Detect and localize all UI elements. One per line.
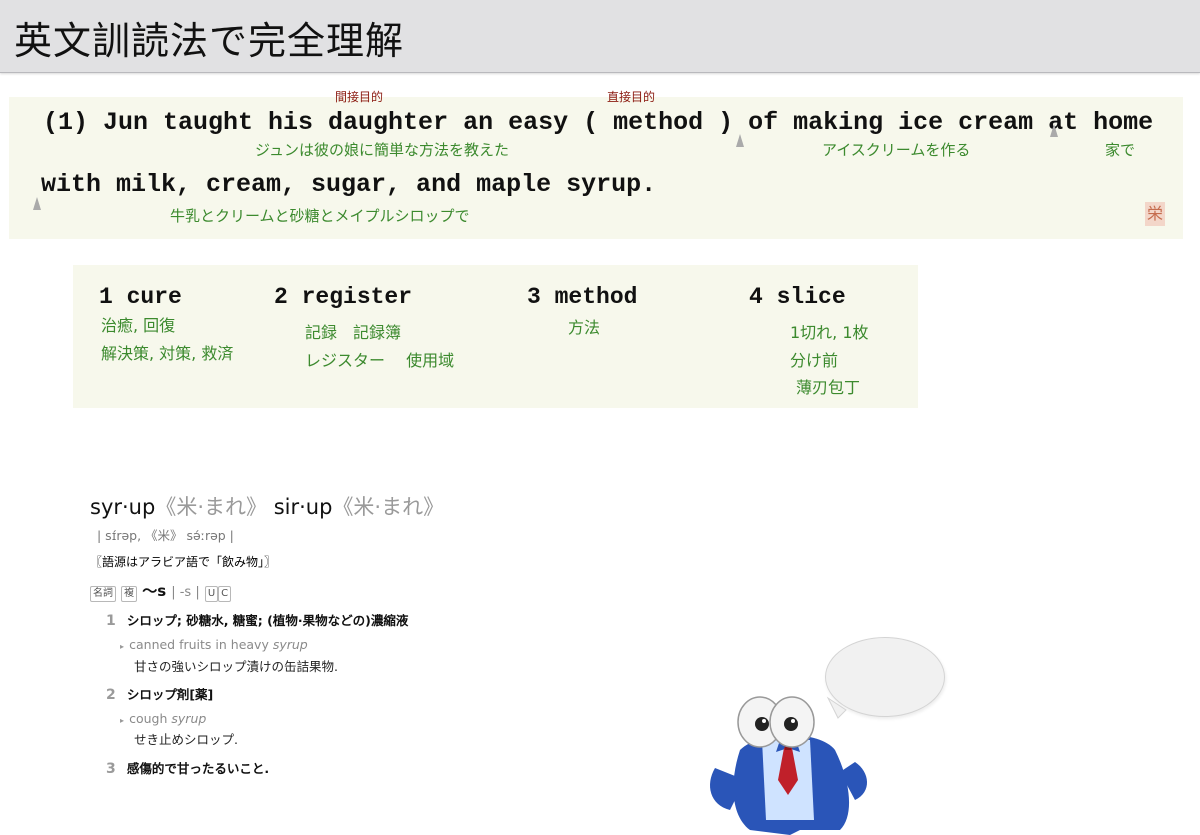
pronunciation: | sɪ́rəp, 《米》 sə́ːrəp | (97, 528, 234, 543)
sense-number: 2 (106, 687, 116, 703)
uncountable-badge: U (204, 586, 219, 602)
choice-1-meaning: 解決策, 対策, 救済 (101, 344, 234, 363)
sense-1-example: ▸ canned fruits in heavy syrup (120, 634, 308, 653)
plural-badge: 複 (121, 586, 138, 602)
sentence-line-2: with milk, cream, sugar, and maple syrup… (41, 170, 657, 199)
sense-text: 感傷的で甘ったるいこと. (126, 761, 270, 776)
sense-number: 3 (106, 761, 116, 777)
sense-1: 1 シロップ; 砂糖水, 糖蜜; (植物·果物などの)濃縮液 (106, 610, 408, 629)
dict-headword-line: syr·up《米·まれ》 sir·up《米·まれ》 (90, 491, 444, 521)
sense-3: 3 感傷的で甘ったるいこと. (106, 758, 269, 777)
headword-variant: sir·up (273, 495, 333, 519)
etymology: 〖語源はアラビア語で「飲み物」〗 (90, 555, 277, 569)
indirect-object-tag: 間接目的 (335, 90, 384, 104)
example-emphasis: syrup (272, 637, 308, 652)
sense-text: シロップ剤[薬] (126, 687, 214, 702)
example-translation: 甘さの強いシロップ漬けの缶詰果物. (134, 659, 338, 674)
choice-4-meaning: 1切れ, 1枚 (790, 323, 869, 342)
bullet-icon: ▸ (120, 716, 125, 725)
pos-line: 名詞 複 〜s | -s | UC (90, 580, 232, 602)
choice-2-meaning: 記録 記録簿 (305, 323, 402, 342)
forms: | -s | (171, 585, 200, 600)
choice-4-meaning: 薄刃包丁 (796, 378, 861, 397)
phrase-marker-icon (1050, 124, 1058, 137)
penguin-mascot-icon (710, 696, 868, 835)
example-text: cough (129, 711, 172, 726)
example-translation: せき止めシロップ. (134, 732, 238, 747)
example-emphasis: syrup (171, 711, 207, 726)
example-text: canned fruits in heavy (129, 637, 273, 652)
choice-4-meaning: 分け前 (790, 351, 839, 370)
bullet-icon: ▸ (120, 642, 125, 651)
phrase-marker-icon (33, 197, 41, 210)
gloss-with: 牛乳とクリームと砂糖とメイプルシロップで (170, 207, 470, 225)
gloss-ice-cream: アイスクリームを作る (822, 141, 971, 159)
choice-1-word: 1 cure (99, 284, 182, 310)
headword: syr·up (90, 495, 156, 519)
choice-3-meaning: 方法 (568, 318, 601, 337)
choice-3-word: 3 method (527, 284, 638, 310)
countable-badge: C (218, 586, 232, 602)
sense-2-example: ▸ cough syrup (120, 708, 206, 727)
sense-number: 1 (106, 613, 116, 629)
usage-label: 《米·まれ》 (155, 495, 268, 519)
gloss-home: 家で (1105, 141, 1136, 159)
choice-2-word: 2 register (274, 284, 413, 310)
choice-1-meaning: 治癒, 回復 (101, 316, 176, 335)
choice-2-meaning: レジスター 使用域 (305, 351, 455, 370)
seal-stamp-icon: 栄 (1145, 202, 1165, 226)
sentence-line-1: (1) Jun taught his daughter an easy ( me… (43, 108, 1154, 137)
usage-label: 《米·まれ》 (332, 495, 445, 519)
page-title: 英文訓読法で完全理解 (14, 19, 405, 63)
sense-2: 2 シロップ剤[薬] (106, 684, 213, 703)
phrase-marker-icon (736, 134, 744, 147)
app-header: 英文訓読法で完全理解 (0, 0, 1200, 73)
sense-text: シロップ; 砂糖水, 糖蜜; (植物·果物などの)濃縮液 (126, 613, 409, 628)
choice-4-word: 4 slice (749, 284, 846, 310)
gloss-main: ジュンは彼の娘に簡単な方法を教えた (255, 141, 509, 159)
inflection: 〜s (142, 582, 167, 600)
direct-object-tag: 直接目的 (607, 90, 656, 104)
pos-badge: 名詞 (90, 586, 116, 602)
